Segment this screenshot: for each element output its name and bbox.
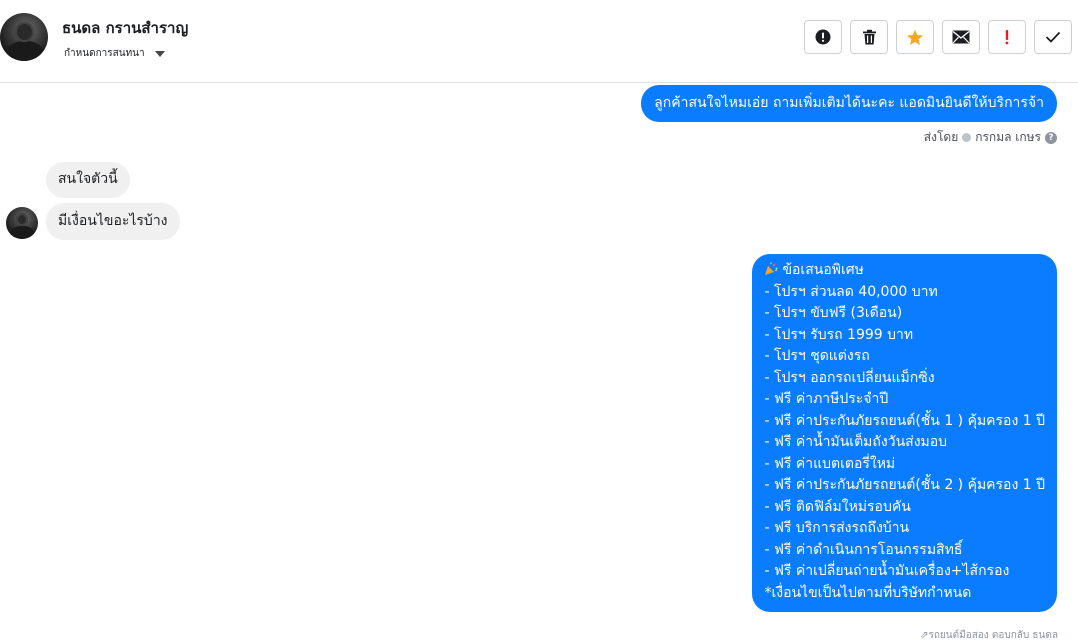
- exclamation-icon: [1005, 30, 1009, 45]
- avatar-body: [5, 40, 45, 61]
- promo-line: - ฟรี ค่าประกันภัยรถยนต์(ชั้น 1 ) คุ้มคร…: [764, 412, 1045, 429]
- sent-by-info: ส่งโดย กรกมล เกษร ?: [924, 128, 1057, 147]
- promo-line: - โปรฯ ชุดแต่งรถ: [764, 348, 870, 364]
- reply-note-text: รถยนต์มือสอง ตอบกลับ ธนดล: [928, 630, 1058, 641]
- message-thread: ลูกค้าสนใจไหมเอ่ย ถามเพิ่มเติมได้นะคะ แอ…: [0, 83, 1078, 641]
- trash-icon: [862, 29, 876, 45]
- promo-line: - ฟรี ค่าภาษีประจำปี: [764, 391, 889, 407]
- star-icon: [907, 29, 923, 45]
- avatar-face: [15, 21, 34, 42]
- avatar-face: [16, 212, 29, 227]
- mark-unread-button[interactable]: [942, 20, 980, 54]
- sender-avatar[interactable]: [6, 207, 38, 239]
- contact-avatar[interactable]: [0, 13, 48, 61]
- promo-lines: - โปรฯ ส่วนลด 40,000 บาท - โปรฯ ขับฟรี (…: [764, 282, 1045, 583]
- avatar-body: [9, 225, 36, 239]
- incoming-message[interactable]: มีเงื่อนไขอะไรบ้าง: [46, 203, 180, 240]
- promo-line: - โปรฯ ออกรถเปลี่ยนแม็กซิ่ง: [764, 369, 935, 386]
- mark-important-button[interactable]: [988, 20, 1026, 54]
- delete-button[interactable]: [850, 20, 888, 54]
- help-icon[interactable]: ?: [1045, 131, 1057, 144]
- agent-status-icon: [962, 133, 972, 142]
- promo-footer: *เงื่อนไขเป็นไปตามที่บริษัทกำหนด: [764, 584, 972, 601]
- promo-line: - ฟรี ค่าเปลี่ยนถ่ายน้ำมันเครื่อง+ไส้กรอ…: [764, 563, 1010, 579]
- conversation-schedule-dropdown[interactable]: กำหนดการสนทนา: [64, 46, 165, 61]
- conversation-header: ธนดล กรานสำราญ กำหนดการสนทนา: [0, 0, 1078, 83]
- promo-line: - ฟรี ค่าประกันภัยรถยนต์(ชั้น 2 ) คุ้มคร…: [764, 477, 1045, 493]
- promo-line: - ฟรี ค่าดำเนินการโอนกรรมสิทธิ์: [764, 541, 963, 558]
- alert-circle-icon: [815, 29, 831, 45]
- sent-by-label: ส่งโดย: [923, 130, 959, 144]
- promo-line: - ฟรี ติดฟิล์มใหม่รอบคัน: [764, 498, 911, 515]
- report-button[interactable]: [804, 20, 842, 54]
- promo-line: - โปรฯ ขับฟรี (3เดือน): [764, 305, 903, 321]
- contact-name[interactable]: ธนดล กรานสำราญ: [62, 16, 188, 40]
- reply-note: ⇗รถยนต์มือสอง ตอบกลับ ธนดล: [920, 630, 1058, 641]
- incoming-message[interactable]: สนใจตัวนี้: [46, 162, 130, 198]
- check-icon: [1045, 31, 1061, 43]
- promo-message[interactable]: ข้อเสนอพิเศษ - โปรฯ ส่วนลด 40,000 บาท - …: [752, 254, 1057, 612]
- promo-line: - โปรฯ รับรถ 1999 บาท: [764, 326, 914, 343]
- sent-by-name: กรกมล เกษร: [975, 130, 1041, 144]
- star-button[interactable]: [896, 20, 934, 54]
- promo-title-line: ข้อเสนอพิเศษ: [764, 260, 1045, 282]
- caret-down-icon: [154, 51, 165, 57]
- outgoing-message[interactable]: ลูกค้าสนใจไหมเอ่ย ถามเพิ่มเติมได้นะคะ แอ…: [641, 85, 1057, 122]
- promo-title: ข้อเสนอพิเศษ: [782, 262, 864, 278]
- promo-line: - ฟรี ค่าน้ำมันเต็มถังวันส่งมอบ: [764, 434, 948, 450]
- conversation-toolbar: [804, 20, 1072, 54]
- mark-done-button[interactable]: [1034, 20, 1072, 54]
- envelope-icon: [952, 30, 970, 44]
- conversation-schedule-label: กำหนดการสนทนา: [64, 48, 145, 59]
- party-popper-icon: [765, 262, 778, 275]
- promo-line: - โปรฯ ส่วนลด 40,000 บาท: [764, 283, 938, 300]
- promo-line: - ฟรี ค่าแบตเตอรี่ใหม่: [764, 455, 896, 472]
- promo-line: - ฟรี บริการส่งรถถึงบ้าน: [764, 520, 910, 536]
